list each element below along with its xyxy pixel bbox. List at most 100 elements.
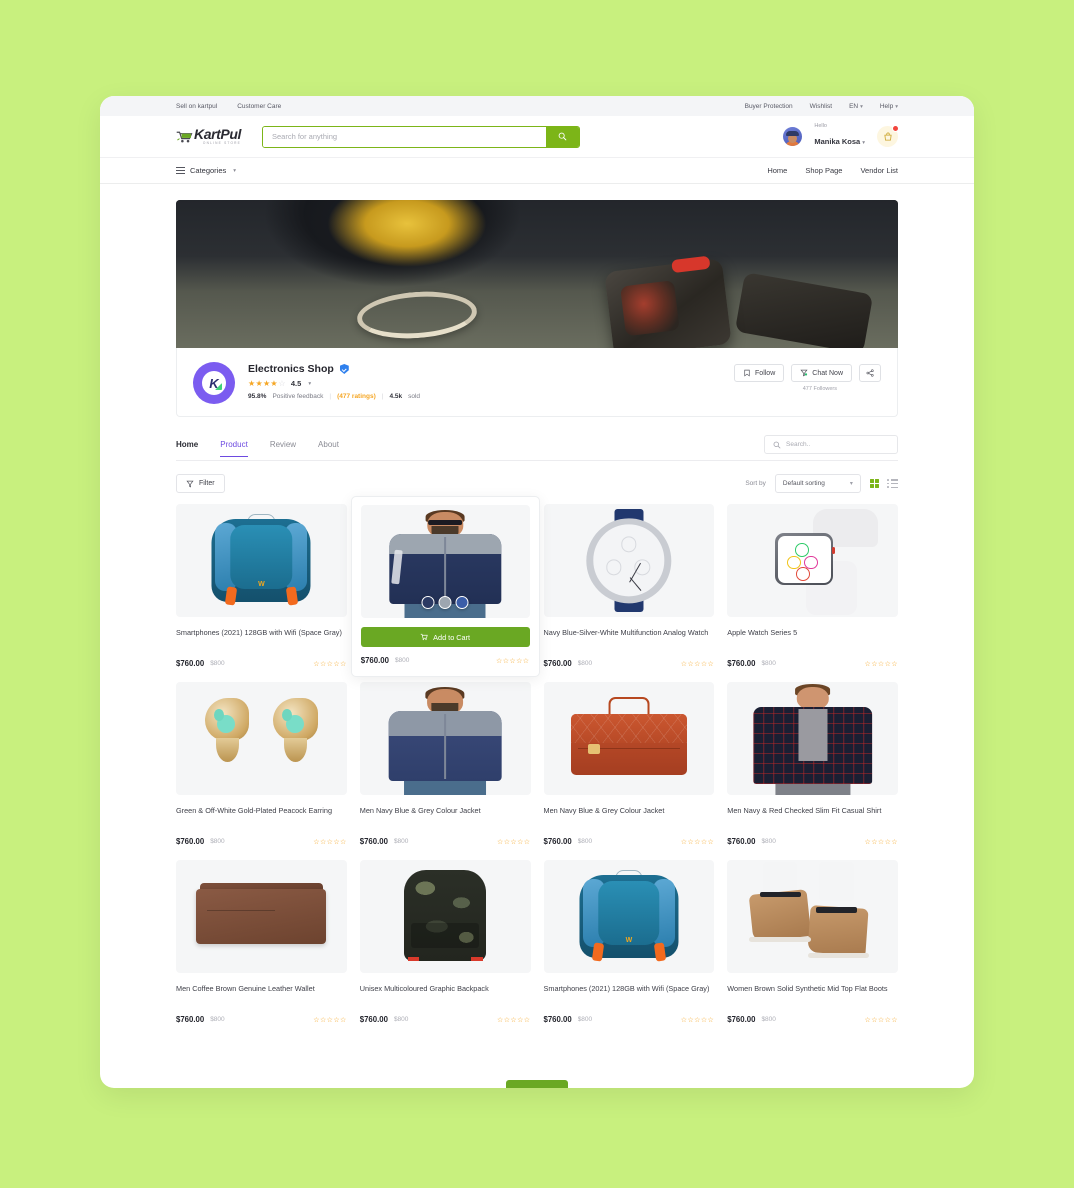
product-old-price: $800 bbox=[761, 660, 776, 667]
list-view-icon[interactable] bbox=[887, 479, 898, 488]
filter-label: Filter bbox=[199, 480, 215, 487]
add-to-cart-button[interactable]: Add to Cart bbox=[360, 627, 530, 647]
topbar-lang-selector[interactable]: EN ▾ bbox=[849, 103, 863, 110]
product-card: Men Navy Blue & Grey Colour Jacket $760.… bbox=[543, 682, 715, 846]
filter-bar: Filter Sort by Default sorting ▾ bbox=[176, 474, 898, 493]
price-row: $760.00 $800 ☆☆☆☆☆ bbox=[727, 837, 898, 846]
product-price: $760.00 bbox=[543, 1015, 572, 1024]
shop-actions: Follow Chat Now 477 Followers bbox=[734, 360, 881, 392]
color-swatches bbox=[421, 596, 469, 609]
chevron-down-icon[interactable]: ▾ bbox=[308, 381, 311, 387]
sort-by-label: Sort by bbox=[745, 480, 766, 487]
topbar-link-buyer-protection[interactable]: Buyer Protection bbox=[745, 103, 793, 110]
bookmark-icon bbox=[744, 369, 750, 377]
nav-link-shop-page[interactable]: Shop Page bbox=[805, 166, 842, 175]
product-title[interactable]: Unisex Multicoloured Graphic Backpack bbox=[360, 983, 531, 1006]
product-image[interactable] bbox=[727, 504, 898, 617]
topbar-link-sell[interactable]: Sell on kartpul bbox=[176, 103, 217, 110]
product-image[interactable] bbox=[543, 682, 715, 795]
shop-avatar-letter: K bbox=[202, 371, 226, 395]
color-swatch[interactable] bbox=[438, 596, 452, 609]
search-input[interactable] bbox=[263, 126, 546, 147]
search-icon bbox=[773, 441, 781, 448]
product-image[interactable] bbox=[543, 504, 715, 617]
product-title[interactable]: Navy Blue-Silver-White Multifunction Ana… bbox=[544, 627, 715, 650]
product-image[interactable] bbox=[360, 505, 530, 618]
product-image[interactable]: W bbox=[543, 860, 715, 973]
hamburger-icon bbox=[176, 167, 185, 174]
product-price: $760.00 bbox=[359, 1015, 388, 1024]
load-more-button[interactable] bbox=[506, 1080, 568, 1088]
tab-review[interactable]: Review bbox=[270, 440, 296, 457]
product-image[interactable] bbox=[727, 860, 898, 973]
color-swatch[interactable] bbox=[421, 596, 435, 609]
search-button[interactable] bbox=[546, 126, 579, 147]
product-title[interactable]: Men Navy & Red Checked Slim Fit Casual S… bbox=[727, 805, 898, 828]
site-logo[interactable]: KartPul ONLINE STORE bbox=[176, 127, 258, 145]
shop-search-input[interactable] bbox=[786, 441, 889, 448]
product-old-price: $800 bbox=[577, 838, 593, 845]
product-price: $760.00 bbox=[359, 837, 388, 846]
product-old-price: $800 bbox=[210, 660, 225, 667]
topbar-link-wishlist[interactable]: Wishlist bbox=[810, 103, 832, 110]
categories-menu-button[interactable]: Categories ▾ bbox=[176, 166, 236, 175]
product-old-price: $800 bbox=[577, 1016, 593, 1023]
avatar[interactable] bbox=[783, 127, 803, 146]
share-button[interactable] bbox=[859, 364, 881, 382]
product-card: Men Navy & Red Checked Slim Fit Casual S… bbox=[727, 682, 898, 846]
chat-now-button[interactable]: Chat Now bbox=[791, 364, 852, 382]
price-row: $760.00 $800 ☆☆☆☆☆ bbox=[544, 837, 715, 846]
topbar-right-links: Buyer Protection Wishlist EN ▾ Help ▾ bbox=[745, 103, 898, 110]
cart-button[interactable] bbox=[877, 125, 899, 147]
color-swatch[interactable] bbox=[455, 596, 469, 609]
price-row: $760.00 $800 ☆☆☆☆☆ bbox=[544, 1015, 715, 1024]
nav-link-vendor-list[interactable]: Vendor List bbox=[860, 166, 898, 175]
product-rating-stars-icon: ☆☆☆☆☆ bbox=[496, 657, 530, 665]
filter-button[interactable]: Filter bbox=[176, 474, 225, 493]
view-toggle bbox=[869, 478, 898, 489]
product-title[interactable]: Smartphones (2021) 128GB with Wifi (Spac… bbox=[176, 627, 347, 650]
chat-icon bbox=[800, 369, 808, 377]
product-card: W Smartphones (2021) 128GB with Wifi (Sp… bbox=[543, 860, 715, 1024]
product-title[interactable]: Men Navy Blue & Grey Colour Jacket bbox=[544, 805, 715, 828]
user-greeting[interactable]: Hello Manika Kosa ▾ bbox=[814, 123, 865, 150]
follow-button[interactable]: Follow bbox=[734, 364, 785, 382]
product-image[interactable] bbox=[359, 682, 531, 795]
sort-select[interactable]: Default sorting ▾ bbox=[774, 474, 861, 493]
shop-banner-image bbox=[176, 200, 898, 348]
cart-icon bbox=[420, 633, 428, 641]
product-title[interactable]: Men Coffee Brown Genuine Leather Wallet bbox=[176, 983, 347, 1006]
tab-product[interactable]: Product bbox=[220, 440, 248, 457]
stat-separator: | bbox=[381, 393, 384, 400]
cart-icon bbox=[883, 132, 892, 141]
page-content: K Electronics Shop ★★★★ ☆ 4.5 ▾ 95.8% Pos… bbox=[100, 184, 974, 1024]
product-title[interactable]: Green & Off-White Gold-Plated Peacock Ea… bbox=[176, 805, 347, 828]
shop-search[interactable] bbox=[764, 435, 898, 454]
tab-about[interactable]: About bbox=[318, 440, 339, 457]
product-rating-stars-icon: ☆☆☆☆☆ bbox=[864, 838, 898, 846]
product-title[interactable]: Women Brown Solid Synthetic Mid Top Flat… bbox=[727, 983, 898, 1006]
logo-name: KartPul bbox=[194, 126, 241, 143]
rating-stars-icon: ★★★★ ☆ bbox=[248, 379, 286, 388]
nav-link-home[interactable]: Home bbox=[767, 166, 787, 175]
product-image[interactable] bbox=[359, 860, 531, 973]
topbar-help-selector[interactable]: Help ▾ bbox=[880, 103, 898, 110]
logo-tagline: ONLINE STORE bbox=[202, 141, 241, 146]
price-row: $760.00 $800 ☆☆☆☆☆ bbox=[361, 656, 530, 665]
product-image[interactable] bbox=[176, 860, 347, 973]
product-title[interactable]: Men Navy Blue & Grey Colour Jacket bbox=[360, 805, 531, 828]
product-image[interactable] bbox=[176, 682, 347, 795]
topbar-link-customer-care[interactable]: Customer Care bbox=[237, 103, 281, 110]
share-icon bbox=[866, 369, 874, 377]
product-image[interactable] bbox=[727, 682, 898, 795]
global-search[interactable] bbox=[262, 125, 580, 148]
tab-home[interactable]: Home bbox=[176, 440, 198, 457]
product-image[interactable]: W bbox=[176, 504, 347, 617]
product-rating-stars-icon: ☆☆☆☆☆ bbox=[680, 838, 715, 846]
product-title[interactable]: Apple Watch Series 5 bbox=[727, 627, 898, 650]
funnel-icon bbox=[186, 480, 194, 487]
grid-view-icon[interactable] bbox=[869, 478, 880, 489]
product-title[interactable]: Smartphones (2021) 128GB with Wifi (Spac… bbox=[544, 983, 715, 1006]
product-price: $760.00 bbox=[543, 659, 572, 668]
ratings-count[interactable]: (477 ratings) bbox=[337, 393, 376, 400]
